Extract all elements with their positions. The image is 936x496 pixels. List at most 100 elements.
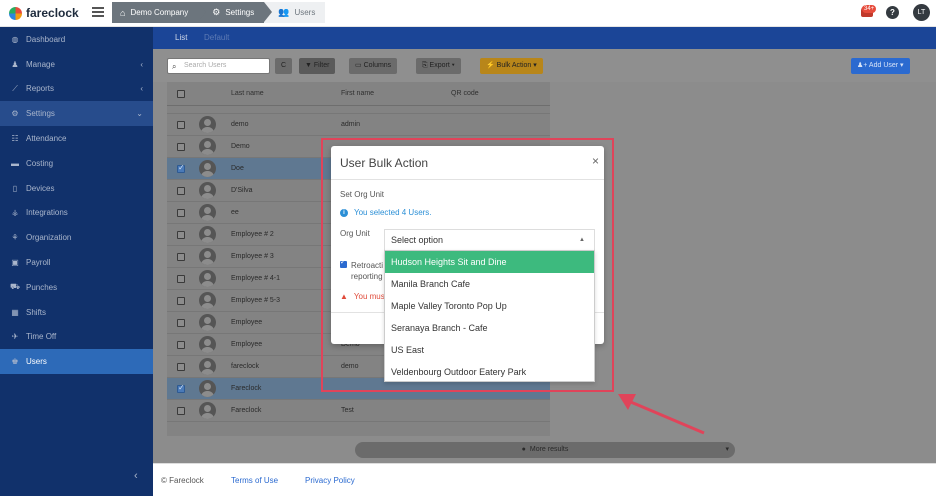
table-header: Last name First name QR code (167, 82, 550, 106)
col-first-name[interactable]: First name (341, 90, 374, 97)
sidebar-item-settings[interactable]: ⚙ Settings ⌄ (0, 101, 153, 127)
users-icon: 👥 (278, 7, 290, 17)
columns-button[interactable]: ▭ Columns (349, 58, 398, 74)
row-checkbox[interactable] (177, 340, 185, 349)
fareclock-logo[interactable]: fareclock (9, 6, 79, 20)
sidebar-item-manage[interactable]: ♟ Manage ‹ (0, 52, 153, 77)
sidebar-item-costing[interactable]: ▬ Costing (0, 151, 153, 176)
tab-default[interactable]: Default (204, 33, 229, 42)
tab-list[interactable]: List (175, 33, 187, 42)
filter-icon: ▼ (305, 62, 314, 69)
filter-button[interactable]: ▼ Filter (299, 58, 336, 74)
cell-last-name: Doe (231, 165, 244, 172)
cell-last-name: Employee (231, 319, 263, 326)
cell-last-name: ee (231, 209, 239, 216)
users-icon: ♚ (11, 357, 19, 367)
row-checkbox[interactable] (177, 252, 185, 261)
notifications-button[interactable]: 34+ (861, 5, 877, 19)
avatar (199, 292, 216, 309)
row-checkbox[interactable] (177, 230, 185, 239)
gear-icon: ⚙ (212, 7, 221, 17)
gear-icon: ⚙ (11, 109, 19, 119)
sidebar-item-reports[interactable]: ⟋ Reports ‹ (0, 77, 153, 102)
copyright-text: © Fareclock (161, 476, 204, 485)
breadcrumb-demo-company[interactable]: ⌂ Demo Company (112, 2, 207, 23)
device-icon: ▯ (12, 183, 18, 193)
avatar (199, 314, 216, 331)
bulk-action-button[interactable]: ⚡ Bulk Action ▾ (480, 58, 543, 74)
row-checkbox[interactable] (177, 120, 185, 129)
cell-last-name: Employee (231, 341, 263, 348)
notification-count-badge: 34+ (862, 5, 877, 13)
row-checkbox[interactable] (177, 208, 185, 217)
row-checkbox[interactable] (177, 163, 185, 173)
row-checkbox[interactable] (177, 186, 185, 195)
avatar (199, 270, 216, 287)
annotation-arrow (618, 394, 705, 435)
chart-icon: ⟋ (12, 83, 18, 93)
bolt-icon: ⚡ (486, 62, 497, 69)
search-input[interactable]: ⌕ Search Users (167, 58, 270, 74)
top-bar: fareclock ⌂ Demo Company ⚙ Settings 👥 Users… (0, 0, 936, 27)
folder-icon: ▬ (11, 158, 19, 168)
cell-last-name: Employee # 2 (231, 231, 274, 238)
sidebar-item-integrations[interactable]: ⚶ Integrations (0, 201, 153, 226)
punch-icon: ⛟ (10, 282, 21, 292)
avatar (199, 336, 216, 353)
more-results-button[interactable]: ● More results ▾ (355, 442, 735, 458)
add-user-button[interactable]: ♟+ Add User ▾ (851, 58, 910, 74)
col-last-name[interactable]: Last name (231, 90, 264, 97)
row-checkbox[interactable] (177, 383, 185, 393)
cell-last-name: D'Silva (231, 187, 253, 194)
sidebar-item-organization[interactable]: ⚘ Organization (0, 225, 153, 250)
backdrop (153, 82, 167, 463)
breadcrumb: ⌂ Demo Company ⚙ Settings 👥 Users (112, 2, 326, 23)
cell-last-name: Employee # 5-3 (231, 297, 281, 304)
cell-last-name: Fareclock (231, 385, 262, 392)
sidebar-item-dashboard[interactable]: ◍ Dashboard (0, 27, 153, 52)
sidebar-item-attendance[interactable]: ☷ Attendance (0, 126, 153, 151)
table-row (167, 106, 550, 114)
attendance-icon: ☷ (11, 134, 19, 144)
sidebar-item-time-off[interactable]: ✈ Time Off (0, 325, 153, 350)
hamburger-menu-icon[interactable] (92, 7, 104, 17)
dashboard-icon: ◍ (11, 34, 19, 44)
row-checkbox[interactable] (177, 296, 185, 305)
col-qr-code[interactable]: QR code (451, 90, 479, 97)
terms-link[interactable]: Terms of Use (231, 476, 278, 485)
select-all-checkbox[interactable] (177, 90, 185, 98)
table-row[interactable]: demo admin (167, 114, 550, 136)
sidebar-item-users[interactable]: ♚ Users (0, 349, 153, 375)
privacy-link[interactable]: Privacy Policy (305, 476, 355, 485)
avatar (199, 248, 216, 265)
sidebar-item-payroll[interactable]: ▣ Payroll (0, 250, 153, 275)
plane-icon: ✈ (11, 332, 19, 342)
cell-last-name: fareclock (231, 363, 260, 370)
row-checkbox[interactable] (177, 406, 185, 415)
refresh-button[interactable]: C (275, 58, 293, 74)
avatar (199, 182, 216, 199)
row-checkbox[interactable] (177, 318, 185, 327)
cell-last-name: Demo (231, 143, 250, 150)
sidebar-item-devices[interactable]: ▯ Devices (0, 176, 153, 201)
row-checkbox[interactable] (177, 362, 185, 371)
table-row[interactable]: Fareclock Test (167, 400, 550, 422)
user-avatar[interactable]: LT (913, 4, 930, 21)
users-toolbar: ⌕ Search Users C ▼ Filter ▭ Columns ⎘ Exp… (153, 49, 936, 82)
sidebar-collapse-icon[interactable]: ‹ (134, 470, 138, 482)
breadcrumb-settings[interactable]: ⚙ Settings (198, 2, 273, 23)
columns-icon: ▭ (355, 62, 364, 69)
cell-last-name: Employee # 3 (231, 253, 274, 260)
row-checkbox[interactable] (177, 142, 185, 151)
avatar (199, 204, 216, 221)
breadcrumb-users: 👥 Users (264, 2, 326, 23)
avatar (199, 402, 216, 419)
row-checkbox[interactable] (177, 274, 185, 283)
help-icon[interactable]: ? (886, 6, 899, 19)
sidebar: ◍ Dashboard ♟ Manage ‹ ⟋ Reports ‹ ⚙ Settings ⌄… (0, 27, 153, 496)
sidebar-item-punches[interactable]: ⛟ Punches (0, 275, 153, 300)
sidebar-item-shifts[interactable]: ▦ Shifts (0, 300, 153, 325)
chevron-down-icon: ▾ (725, 446, 729, 453)
footer: © Fareclock Terms of Use Privacy Policy (153, 463, 936, 496)
export-button[interactable]: ⎘ Export ▾ (416, 58, 461, 74)
